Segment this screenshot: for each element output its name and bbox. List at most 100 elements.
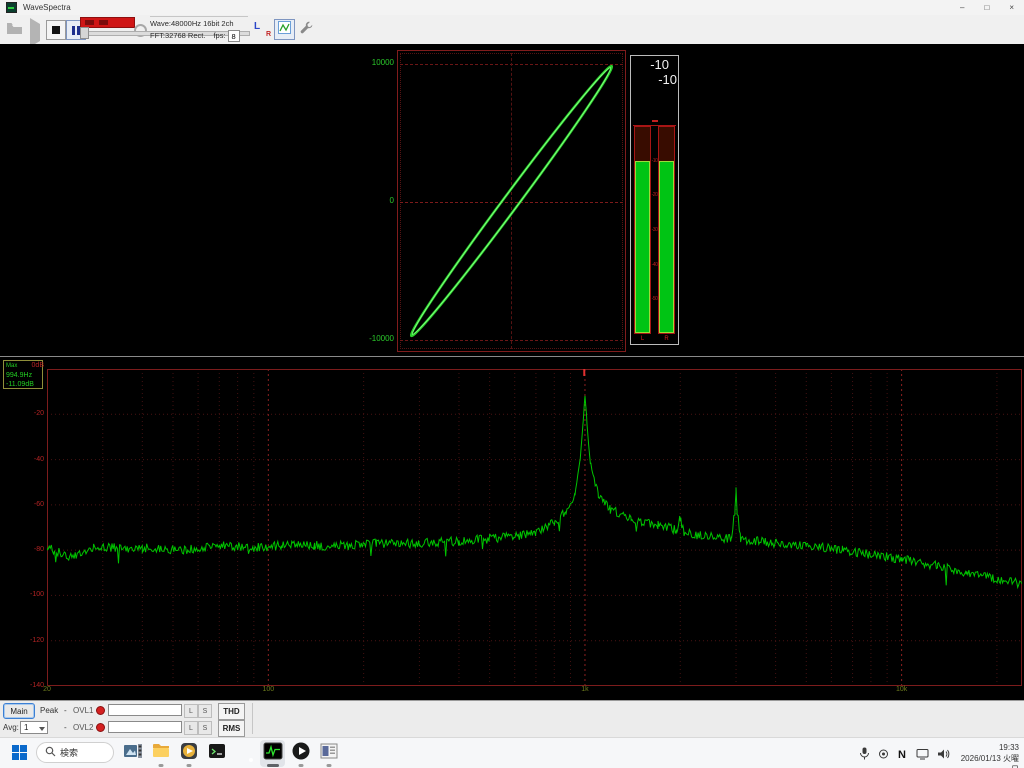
scope-panel: 10000 0 -10000 -10 -10 -10-20-30-40-50 L… <box>0 44 1024 356</box>
toolbar: Wave:48000Hz 16bit 2ch FFT:32768 Rect. f… <box>0 15 1024 45</box>
meter-bar-right <box>658 126 675 334</box>
titlebar: WaveSpectra – □ × <box>0 0 1024 15</box>
level-meter: -10 -10 -10-20-30-40-50 LR <box>630 55 679 345</box>
ovl2-led <box>96 723 105 732</box>
taskbar-app-button[interactable] <box>260 740 285 767</box>
thd-button[interactable]: THD <box>218 703 245 720</box>
speaker-icon[interactable] <box>937 748 950 760</box>
stop-button[interactable] <box>46 20 66 40</box>
peak-label: Peak <box>40 706 58 715</box>
maximize-button[interactable]: □ <box>984 3 989 12</box>
running-indicator <box>158 764 163 767</box>
ovl2-label: OVL2 <box>73 723 93 732</box>
channel-l-label: L <box>254 21 260 32</box>
y-axis-tick-label: -120 <box>0 637 44 644</box>
wavespectra-icon <box>263 741 283 766</box>
meter-zero-tick <box>652 120 658 122</box>
y-axis-tick-label: -20 <box>0 410 44 417</box>
fft-info-label: FFT:32768 Rect. <box>150 30 205 42</box>
start-button[interactable] <box>12 745 28 761</box>
play-icon <box>30 18 40 47</box>
lissajous-trace <box>405 62 617 341</box>
spectrum-display-icon <box>278 21 291 39</box>
running-indicator <box>326 764 331 767</box>
spectrum-plot <box>47 369 1022 686</box>
x-axis-tick-label: 20 <box>43 686 51 693</box>
taskbar-app-button[interactable] <box>176 740 201 767</box>
taskbar-app-button[interactable] <box>148 740 173 767</box>
format-info: Wave:48000Hz 16bit 2ch FFT:32768 Rect. f… <box>150 16 248 46</box>
s-button-2[interactable]: S <box>198 721 212 735</box>
app-window-icon <box>319 741 339 766</box>
minimize-button[interactable]: – <box>960 3 964 12</box>
wave-info-label: Wave:48000Hz 16bit 2ch <box>150 18 248 30</box>
lissajous-y-min-label: -10000 <box>358 334 394 343</box>
letter-n-icon[interactable]: N <box>897 748 908 760</box>
display-icon[interactable] <box>916 748 929 760</box>
y-axis-top-label: 0dB <box>0 362 44 369</box>
status-icon[interactable] <box>878 748 889 760</box>
taskbar-app-button[interactable] <box>204 740 229 767</box>
ovl2-input[interactable] <box>108 721 182 733</box>
search-icon <box>45 744 56 762</box>
meter-scale-label: -20 <box>652 192 658 198</box>
meter-channel-label: R <box>658 336 675 342</box>
rms-button[interactable]: RMS <box>218 720 245 737</box>
y-axis-tick-label: -60 <box>0 501 44 508</box>
peak-dash: - <box>64 706 67 715</box>
wrench-icon <box>299 20 313 39</box>
position-slider-thumb[interactable] <box>80 27 89 39</box>
mic-icon[interactable] <box>859 747 870 760</box>
ovl1-led <box>96 706 105 715</box>
meter-channel-label: L <box>634 336 651 342</box>
date-label: 2026/01/13 火曜日 <box>953 753 1019 768</box>
display-mode-button[interactable] <box>274 19 295 40</box>
folder-open-icon <box>6 22 23 39</box>
control-divider <box>252 703 253 734</box>
l-button-1[interactable]: L <box>184 704 198 718</box>
y-axis-tick-label: -80 <box>0 546 44 553</box>
taskbar-apps <box>120 740 341 767</box>
avg-dash: - <box>64 723 67 732</box>
taskbar-app-button[interactable] <box>232 740 257 767</box>
pause-icon <box>72 26 80 35</box>
wavespectra-window: WaveSpectra – □ × Wave: <box>0 0 1024 768</box>
avg-select[interactable]: 1 <box>20 721 48 734</box>
avg-value: 1 <box>24 723 28 732</box>
lr-swap-button[interactable]: L R <box>254 21 271 38</box>
video-player-icon <box>291 741 311 766</box>
app-icon <box>6 2 17 13</box>
y-axis-tick-label: -140 <box>0 682 44 689</box>
taskbar-clock[interactable]: 19:33 2026/01/13 火曜日 <box>953 742 1019 768</box>
x-axis-tick-label: 10k <box>896 686 907 693</box>
meter-scale-label: -30 <box>652 227 658 233</box>
taskbar-app-button[interactable] <box>288 740 313 767</box>
taskbar-app-button[interactable] <box>120 740 145 767</box>
play-button[interactable] <box>30 24 40 42</box>
settings-button[interactable] <box>297 20 315 38</box>
open-file-button[interactable] <box>6 21 23 40</box>
file-explorer-icon <box>151 741 171 766</box>
l-button-2[interactable]: L <box>184 721 198 735</box>
close-button[interactable]: × <box>1009 3 1014 12</box>
main-button[interactable]: Main <box>3 703 35 719</box>
s-button-1[interactable]: S <box>198 704 212 718</box>
peak-legend-freq: 994.9Hz <box>6 371 40 380</box>
running-indicator <box>298 764 303 767</box>
search-label: 検索 <box>60 746 78 759</box>
lissajous-trace-highlight <box>407 63 617 338</box>
spectrum-trace <box>47 396 1022 588</box>
running-indicator <box>267 764 279 767</box>
x-axis-tick-label: 100 <box>262 686 274 693</box>
terminal-icon <box>207 741 227 766</box>
fps-input[interactable] <box>228 30 240 42</box>
taskbar-app-button[interactable] <box>316 740 341 767</box>
search-box[interactable]: 検索 <box>36 742 114 763</box>
meter-db-left: -10 <box>650 57 669 72</box>
system-tray: N <box>859 747 950 760</box>
taskbar: 検索 N 19:33 2026/01/13 火曜日 <box>0 737 1024 768</box>
avg-label: Avg: <box>3 723 19 732</box>
meter-scale-label: -40 <box>652 262 658 268</box>
chevron-down-icon <box>39 727 45 731</box>
ovl1-input[interactable] <box>108 704 182 716</box>
